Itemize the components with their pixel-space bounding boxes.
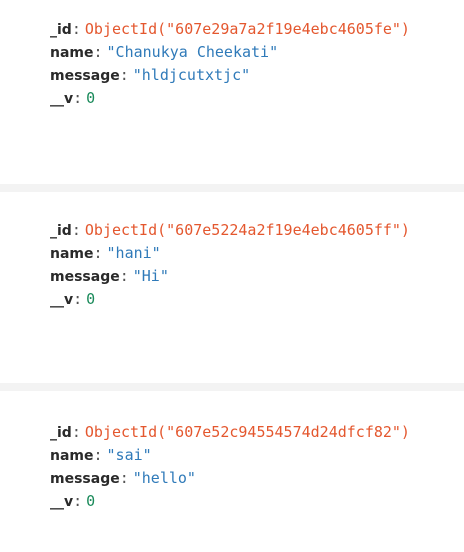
field-colon: : bbox=[71, 20, 81, 38]
field-key: __v bbox=[50, 292, 74, 308]
document-list: _id: ObjectId("607e29a7a2f19e4ebc4605fe")… bbox=[0, 0, 464, 552]
field-value-string: "hani" bbox=[106, 244, 161, 262]
field-value-number: 0 bbox=[86, 290, 96, 308]
document-fields: _id: ObjectId("607e52c94554574d24dfcf82")… bbox=[50, 421, 410, 513]
document-divider bbox=[0, 184, 464, 192]
field-colon: : bbox=[93, 446, 103, 464]
field-value-string: "Hi" bbox=[132, 267, 169, 285]
field-name: name: "hani" bbox=[50, 242, 410, 265]
field-value-objectid: ObjectId("607e5224a2f19e4ebc4605ff") bbox=[84, 221, 410, 239]
field-value-objectid: ObjectId("607e52c94554574d24dfcf82") bbox=[84, 423, 410, 441]
field-value-number: 0 bbox=[86, 492, 96, 510]
field-key: __v bbox=[50, 494, 74, 510]
field-value-objectid: ObjectId("607e29a7a2f19e4ebc4605fe") bbox=[84, 20, 410, 38]
field-message: message: "Hi" bbox=[50, 265, 410, 288]
field-version: __v: 0 bbox=[50, 87, 410, 110]
field-version: __v: 0 bbox=[50, 288, 410, 311]
document-card[interactable]: _id: ObjectId("607e29a7a2f19e4ebc4605fe")… bbox=[0, 0, 464, 184]
field-value-string: "hldjcutxtjc" bbox=[132, 66, 251, 84]
field-message: message: "hello" bbox=[50, 467, 410, 490]
field-value-string: "Chanukya Cheekati" bbox=[106, 43, 279, 61]
field-colon: : bbox=[73, 89, 83, 107]
field-key: name bbox=[50, 246, 94, 262]
field-colon: : bbox=[93, 244, 103, 262]
field-key: message bbox=[50, 269, 120, 285]
document-fields: _id: ObjectId("607e29a7a2f19e4ebc4605fe")… bbox=[50, 18, 410, 110]
field-version: __v: 0 bbox=[50, 490, 410, 513]
document-divider bbox=[0, 383, 464, 391]
document-fields: _id: ObjectId("607e5224a2f19e4ebc4605ff")… bbox=[50, 219, 410, 311]
field-colon: : bbox=[73, 290, 83, 308]
field-key: _id bbox=[50, 223, 72, 239]
field-key: name bbox=[50, 45, 94, 61]
field-name: name: "Chanukya Cheekati" bbox=[50, 41, 410, 64]
field-name: name: "sai" bbox=[50, 444, 410, 467]
field-value-string: "hello" bbox=[132, 469, 196, 487]
field-id: _id: ObjectId("607e52c94554574d24dfcf82") bbox=[50, 421, 410, 444]
field-key: _id bbox=[50, 22, 72, 38]
field-colon: : bbox=[73, 492, 83, 510]
field-message: message: "hldjcutxtjc" bbox=[50, 64, 410, 87]
field-value-string: "sai" bbox=[106, 446, 152, 464]
field-key: __v bbox=[50, 91, 74, 107]
field-colon: : bbox=[119, 469, 129, 487]
document-card[interactable]: _id: ObjectId("607e5224a2f19e4ebc4605ff")… bbox=[0, 192, 464, 383]
field-key: _id bbox=[50, 425, 72, 441]
field-id: _id: ObjectId("607e29a7a2f19e4ebc4605fe") bbox=[50, 18, 410, 41]
field-id: _id: ObjectId("607e5224a2f19e4ebc4605ff") bbox=[50, 219, 410, 242]
field-colon: : bbox=[119, 267, 129, 285]
document-card[interactable]: _id: ObjectId("607e52c94554574d24dfcf82")… bbox=[0, 391, 464, 552]
field-key: message bbox=[50, 471, 120, 487]
field-colon: : bbox=[93, 43, 103, 61]
field-key: message bbox=[50, 68, 120, 84]
field-value-number: 0 bbox=[86, 89, 96, 107]
field-colon: : bbox=[71, 423, 81, 441]
field-colon: : bbox=[71, 221, 81, 239]
field-key: name bbox=[50, 448, 94, 464]
field-colon: : bbox=[119, 66, 129, 84]
